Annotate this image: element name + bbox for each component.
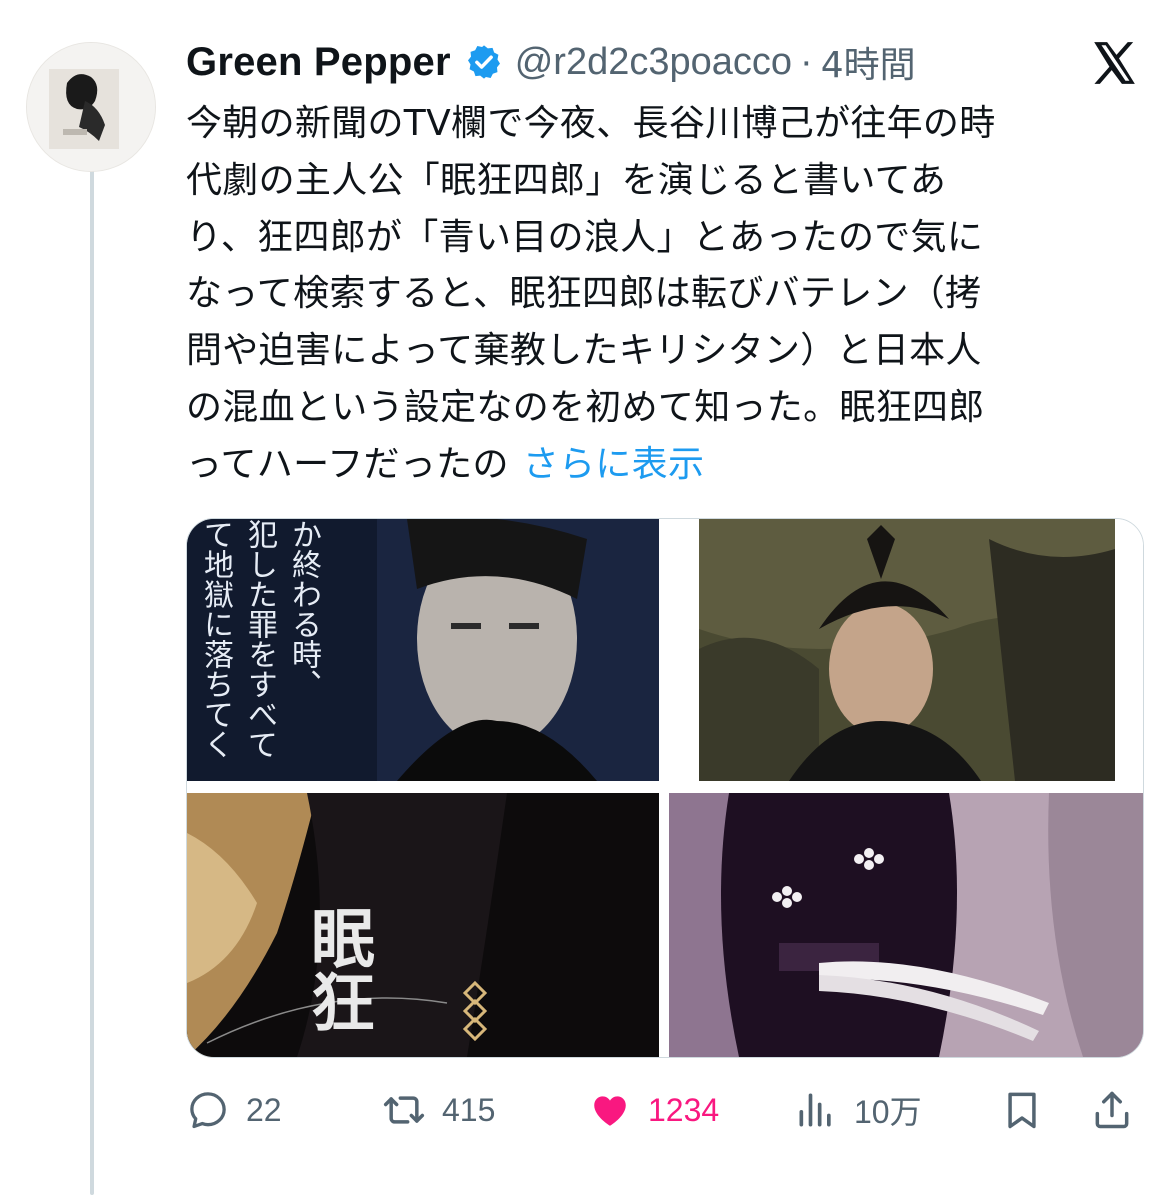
like-button[interactable]: 1234: [588, 1080, 719, 1140]
avatar[interactable]: [26, 42, 156, 172]
tweet-text-line: り、狂四郎が「青い目の浪人」とあったので気に: [186, 216, 984, 258]
media-image-4[interactable]: [669, 793, 1143, 1057]
image-2-art: [699, 519, 1115, 781]
tweet-text-line: の混血という設定なのを初めて知った。眠狂四郎: [186, 386, 985, 428]
verified-badge-icon: [467, 45, 500, 79]
image-3-kanji-text: 眠狂: [300, 905, 375, 1033]
author-display-name[interactable]: Green Pepper: [186, 40, 451, 85]
reply-button[interactable]: 22: [186, 1080, 282, 1140]
tweet-text-last-line: ってハーフだったの さらに表示: [186, 437, 1136, 494]
retweet-button[interactable]: 415: [382, 1080, 495, 1140]
media-image-1[interactable]: か終わる時、 犯した罪をすべて て地獄に落ちてく: [187, 519, 659, 781]
share-button[interactable]: [1090, 1080, 1134, 1140]
share-icon: [1095, 1091, 1129, 1129]
media-grid: か終わる時、 犯した罪をすべて て地獄に落ちてく 眠狂: [186, 518, 1144, 1058]
retweet-icon: [383, 1096, 425, 1124]
media-image-2[interactable]: [669, 519, 1143, 781]
avatar-image: [27, 43, 155, 171]
tweet-timestamp[interactable]: 4時間: [821, 36, 916, 88]
media-image-3[interactable]: 眠狂: [187, 793, 659, 1057]
author-handle[interactable]: @r2d2c3poacco: [515, 41, 792, 84]
image-1-vertical-text-col: て地獄に落ちてく: [198, 519, 233, 759]
heart-icon: [594, 1096, 626, 1126]
image-1-vertical-text-col: 犯した罪をすべて: [242, 519, 277, 759]
retweet-count: 415: [442, 1091, 496, 1128]
reply-count: 22: [246, 1091, 282, 1128]
like-count: 1234: [648, 1091, 720, 1128]
views-button[interactable]: 10万: [794, 1080, 922, 1140]
tweet-header: Green Pepper @r2d2c3poacco · 4時間: [186, 34, 916, 90]
tweet-text-line: ってハーフだったの: [186, 443, 509, 485]
tweet-text-line: 今朝の新聞のTV欄で今夜、長谷川博己が往年の時: [186, 103, 996, 144]
bookmark-icon: [1008, 1092, 1036, 1129]
reply-icon: [190, 1092, 226, 1129]
bookmark-button[interactable]: [1000, 1080, 1044, 1140]
image-3-art: [187, 793, 659, 1057]
x-logo-icon: [1094, 42, 1135, 84]
image-1-vertical-text-col: か終わる時、: [286, 519, 321, 699]
tweet-body-text: 今朝の新聞のTV欄で今夜、長谷川博己が往年の時 代劇の主人公「眠狂四郎」を演じる…: [186, 96, 1136, 494]
show-more-link[interactable]: さらに表示: [523, 444, 705, 485]
tweet-text-line: 代劇の主人公「眠狂四郎」を演じると書いてあ: [186, 159, 947, 201]
tweet-text-line: 問や迫害によって棄教したキリシタン）と日本人: [186, 330, 982, 372]
tweet-action-bar: 22 415 1234 10万: [186, 1080, 1146, 1140]
views-icon: [799, 1093, 831, 1127]
thread-connector-line: [90, 168, 94, 1195]
separator-dot: ·: [800, 40, 813, 83]
views-count: 10万: [854, 1094, 922, 1130]
tweet-text-line: なって検索すると、眠狂四郎は転びバテレン（拷: [186, 273, 982, 315]
image-4-art: [669, 793, 1143, 1057]
